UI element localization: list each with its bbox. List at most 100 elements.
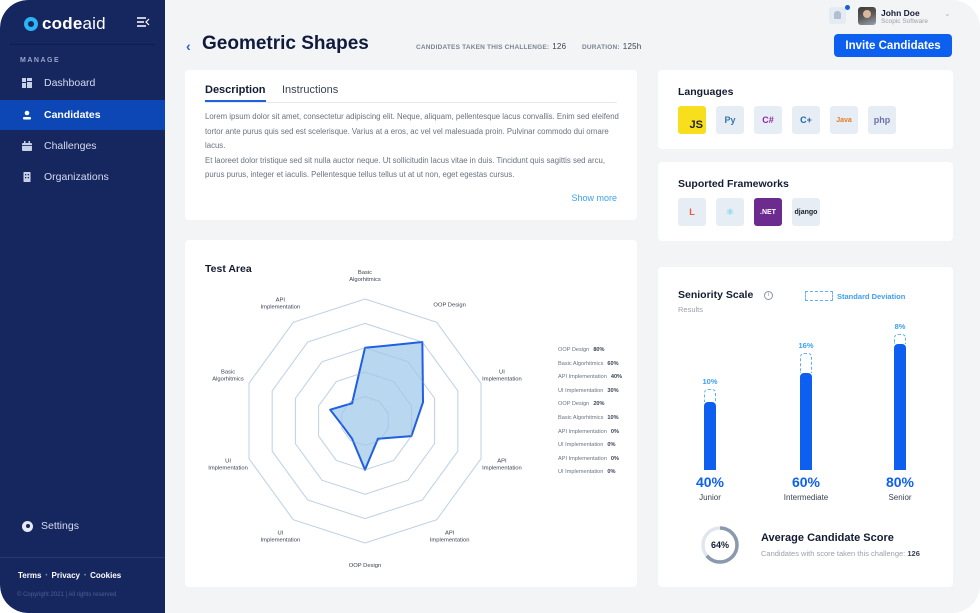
building-icon bbox=[23, 172, 31, 182]
radar-legend: OOP Design 80% Basic Algorhitmics 60% API Im… bbox=[558, 347, 622, 483]
std-dev-label: Standard Deviation bbox=[837, 291, 906, 301]
frameworks-list: L ⚛ .NET django bbox=[678, 198, 820, 226]
radar-legend-value: 0% bbox=[610, 455, 619, 462]
user-icon bbox=[23, 110, 31, 120]
languages-python-icon[interactable]: Py bbox=[716, 106, 744, 134]
logo-bold: code bbox=[42, 14, 83, 33]
invite-candidates-button[interactable]: Invite Candidates bbox=[834, 34, 952, 57]
settings-link[interactable]: Settings bbox=[22, 520, 79, 532]
radar-legend-item: OOP Design 80% bbox=[558, 347, 622, 361]
section-label: MANAGE bbox=[20, 57, 61, 64]
sidebar-item-challenges[interactable]: Challenges bbox=[0, 131, 165, 161]
seniority-title: Seniority Scale bbox=[678, 289, 754, 301]
radar-axis-label: UI Implementation bbox=[208, 458, 248, 471]
candidates-taken-value: 126 bbox=[552, 42, 567, 51]
avatar[interactable] bbox=[858, 7, 876, 25]
radar-legend-item: Basic Algorhitmics 10% bbox=[558, 415, 622, 429]
radar-legend-item: UI Implementation 30% bbox=[558, 388, 622, 402]
radar-legend-label: Basic Algorhitmics bbox=[558, 414, 604, 421]
sidebar-divider bbox=[10, 44, 155, 45]
bar-std-dev-label: 16% bbox=[798, 340, 814, 350]
radar-axis-label: API Implementation bbox=[261, 298, 301, 311]
radar-legend-value: 0% bbox=[610, 428, 619, 435]
frameworks-react-icon[interactable]: ⚛ bbox=[716, 198, 744, 226]
radar-data-area bbox=[329, 341, 425, 471]
languages-javascript-icon[interactable]: JS bbox=[678, 106, 706, 134]
bar-std-dev-label: 8% bbox=[894, 322, 906, 332]
user-company: Scopic Software bbox=[881, 18, 928, 25]
chevron-down-icon[interactable]: ⌄ bbox=[944, 9, 951, 18]
info-icon[interactable]: i bbox=[764, 291, 773, 300]
radar-legend-item: API Implementation 40% bbox=[558, 374, 622, 388]
terms-link[interactable]: Terms bbox=[18, 571, 41, 580]
candidates-taken-meta: CANDIDATES TAKEN THIS CHALLENGE: 126 bbox=[416, 42, 566, 51]
radar-legend-label: UI Implementation bbox=[558, 387, 604, 394]
back-chevron-icon[interactable]: ‹ bbox=[186, 38, 191, 54]
radar-axis-label: UI Implementation bbox=[482, 370, 522, 383]
test-area-card: Test Area Basic Algorhitmics OOP Design UI I… bbox=[185, 240, 637, 587]
sidebar-item-organizations[interactable]: Organizations bbox=[0, 162, 165, 192]
frameworks-laravel-icon[interactable]: L bbox=[678, 198, 706, 226]
frameworks-card: Suported Frameworks L ⚛ .NET django bbox=[658, 162, 953, 241]
logo[interactable]: codeaid bbox=[24, 14, 106, 34]
seniority-card: Seniority Scale i Results Standard Devia… bbox=[658, 267, 953, 587]
bar-fill bbox=[704, 402, 716, 470]
score-ring-label: 64% bbox=[711, 540, 729, 550]
collapse-menu-icon[interactable] bbox=[136, 16, 150, 28]
description-text: Lorem ipsum dolor sit amet, consectetur … bbox=[205, 110, 620, 183]
tab-description[interactable]: Description bbox=[205, 84, 266, 102]
sidebar-item-candidates[interactable]: Candidates bbox=[0, 100, 165, 130]
frameworks-net-icon[interactable]: .NET bbox=[754, 198, 782, 226]
sidebar-item-dashboard[interactable]: Dashboard bbox=[0, 68, 165, 98]
gear-icon bbox=[22, 520, 33, 532]
radar-legend-value: 30% bbox=[607, 387, 619, 394]
radar-axis-label: OOP Design bbox=[433, 303, 465, 309]
avg-score-count: 126 bbox=[907, 549, 920, 558]
languages-title: Languages bbox=[678, 86, 734, 98]
bar-category-label: Senior bbox=[888, 493, 912, 502]
duration-value: 125h bbox=[622, 42, 642, 51]
bell-icon[interactable] bbox=[829, 7, 846, 24]
std-dev-swatch bbox=[805, 291, 833, 301]
languages-php-icon[interactable]: php bbox=[868, 106, 896, 134]
calendar-icon bbox=[22, 141, 32, 151]
radar-axis-label: UI Implementation bbox=[261, 530, 301, 543]
radar-legend-value: 60% bbox=[607, 360, 619, 367]
avg-score-subtitle: Candidates with score taken this challen… bbox=[761, 549, 920, 558]
privacy-link[interactable]: Privacy bbox=[52, 571, 80, 580]
std-dev-legend: Standard Deviation bbox=[805, 291, 905, 301]
user-name[interactable]: John Doe bbox=[881, 8, 920, 18]
tabs: Description Instructions bbox=[205, 84, 617, 103]
footer-links: Terms • Privacy • Cookies bbox=[18, 571, 121, 580]
radar-legend-value: 10% bbox=[607, 414, 619, 421]
show-more-link[interactable]: Show more bbox=[571, 193, 617, 203]
tab-instructions[interactable]: Instructions bbox=[282, 84, 338, 100]
duration-meta: DURATION: 125h bbox=[582, 42, 641, 51]
languages-java-icon[interactable]: Java bbox=[830, 106, 858, 134]
radar-legend-item: UI Implementation 0% bbox=[558, 469, 622, 483]
candidates-taken-label: CANDIDATES TAKEN THIS CHALLENGE: bbox=[416, 44, 550, 51]
radar-axis-label: Basic Algorhitmics bbox=[349, 270, 381, 283]
radar-axis-label: API Implementation bbox=[482, 458, 522, 471]
radar-legend-item: API Implementation 0% bbox=[558, 429, 622, 443]
sidebar-footer-divider bbox=[0, 557, 165, 558]
avg-score-title: Average Candidate Score bbox=[761, 532, 894, 544]
bar-value-label: 60% bbox=[791, 474, 821, 490]
radar-legend-label: API Implementation bbox=[558, 428, 607, 435]
copyright: © Copyright 2021 | All rights reserved bbox=[17, 592, 117, 598]
bar-category-label: Intermediate bbox=[783, 493, 829, 502]
languages-card: Languages JS Py C# C+ Java php bbox=[658, 70, 953, 149]
languages-c-icon[interactable]: C# bbox=[754, 106, 782, 134]
dashboard-icon bbox=[22, 78, 32, 88]
cookies-link[interactable]: Cookies bbox=[90, 571, 121, 580]
bar-std-dev bbox=[800, 352, 812, 374]
languages-c-icon[interactable]: C+ bbox=[792, 106, 820, 134]
logo-icon bbox=[24, 17, 38, 31]
bar-category-label: Junior bbox=[699, 493, 721, 502]
bar-value-label: 80% bbox=[885, 474, 915, 490]
radar-legend-label: OOP Design bbox=[558, 347, 590, 353]
separator-dot: • bbox=[45, 572, 48, 579]
radar-legend-label: UI Implementation bbox=[558, 442, 604, 449]
frameworks-django-icon[interactable]: django bbox=[792, 198, 820, 226]
duration-label: DURATION: bbox=[582, 44, 620, 51]
